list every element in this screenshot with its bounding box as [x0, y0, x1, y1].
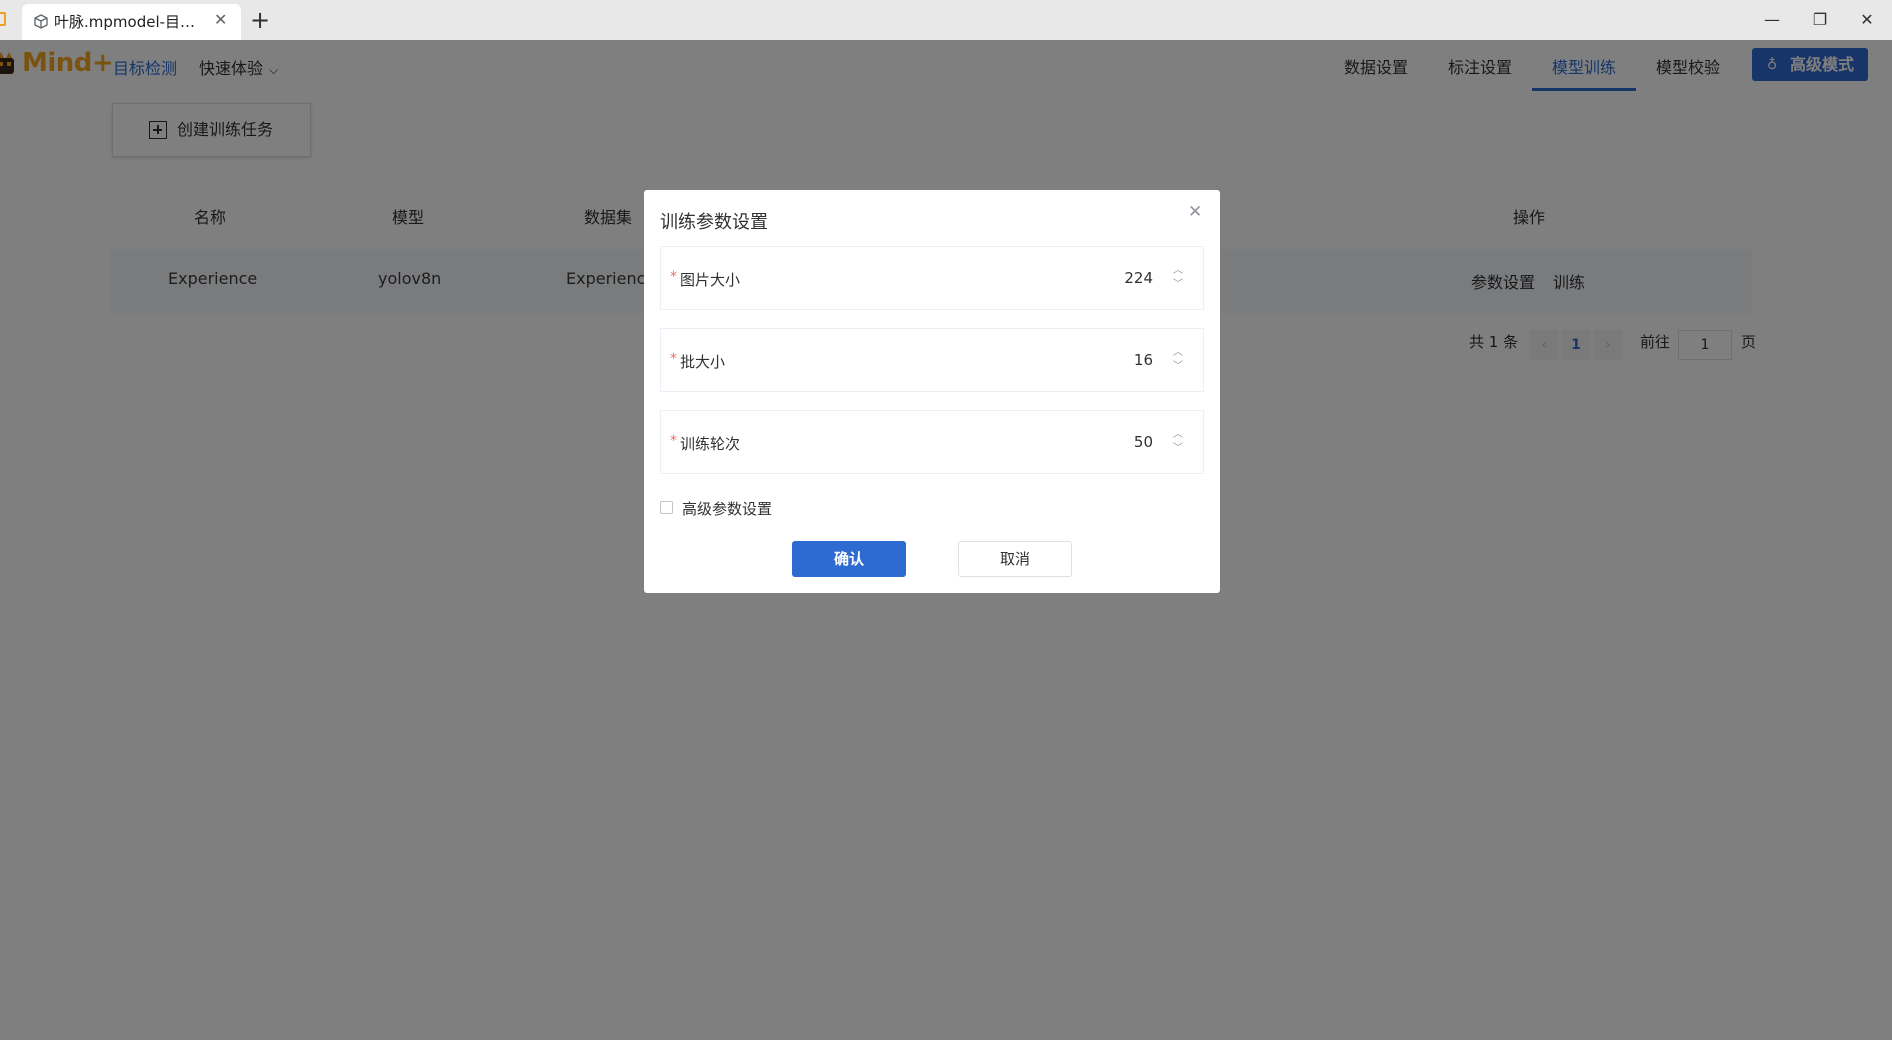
image-size-label: 图片大小 [680, 271, 741, 289]
advanced-params-label[interactable]: 高级参数设置 [682, 498, 772, 519]
required-mark: * [670, 269, 677, 285]
close-window-button[interactable]: ✕ [1853, 6, 1881, 34]
decrement-icon[interactable]: ﹀ [1173, 280, 1183, 290]
app-corner-icon [0, 12, 6, 26]
close-icon[interactable]: ✕ [1188, 202, 1202, 222]
cube-icon [34, 14, 48, 29]
new-tab-button[interactable]: + [250, 4, 270, 36]
batch-size-field: * 批大小 16 ︿ ﹀ [660, 328, 1204, 392]
close-tab-icon[interactable]: ✕ [214, 10, 227, 29]
batch-size-label: 批大小 [680, 353, 726, 371]
epochs-input[interactable]: 50 [1134, 433, 1153, 451]
epochs-label: 训练轮次 [680, 435, 741, 453]
image-size-field: * 图片大小 224 ︿ ﹀ [660, 246, 1204, 310]
increment-icon[interactable]: ︿ [1173, 266, 1183, 276]
minimize-button[interactable]: — [1758, 6, 1786, 34]
decrement-icon[interactable]: ﹀ [1173, 362, 1183, 372]
increment-icon[interactable]: ︿ [1173, 430, 1183, 440]
required-mark: * [670, 351, 677, 367]
image-size-input[interactable]: 224 [1124, 269, 1153, 287]
batch-size-input[interactable]: 16 [1134, 351, 1153, 369]
training-params-dialog: 训练参数设置 ✕ * 图片大小 224 ︿ ﹀ * 批大小 16 ︿ ﹀ * 训… [644, 190, 1220, 593]
confirm-button[interactable]: 确认 [792, 541, 906, 577]
increment-icon[interactable]: ︿ [1173, 348, 1183, 358]
cancel-button[interactable]: 取消 [958, 541, 1072, 577]
decrement-icon[interactable]: ﹀ [1173, 444, 1183, 454]
browser-tab[interactable]: 叶脉.mpmodel-目… ✕ [22, 4, 241, 40]
restore-button[interactable]: ❐ [1806, 6, 1834, 34]
browser-tab-title: 叶脉.mpmodel-目… [54, 13, 196, 31]
dialog-title: 训练参数设置 [660, 212, 768, 233]
required-mark: * [670, 433, 677, 449]
advanced-params-checkbox[interactable] [660, 501, 673, 514]
epochs-field: * 训练轮次 50 ︿ ﹀ [660, 410, 1204, 474]
browser-titlebar: 叶脉.mpmodel-目… ✕ + — ❐ ✕ [0, 0, 1892, 40]
